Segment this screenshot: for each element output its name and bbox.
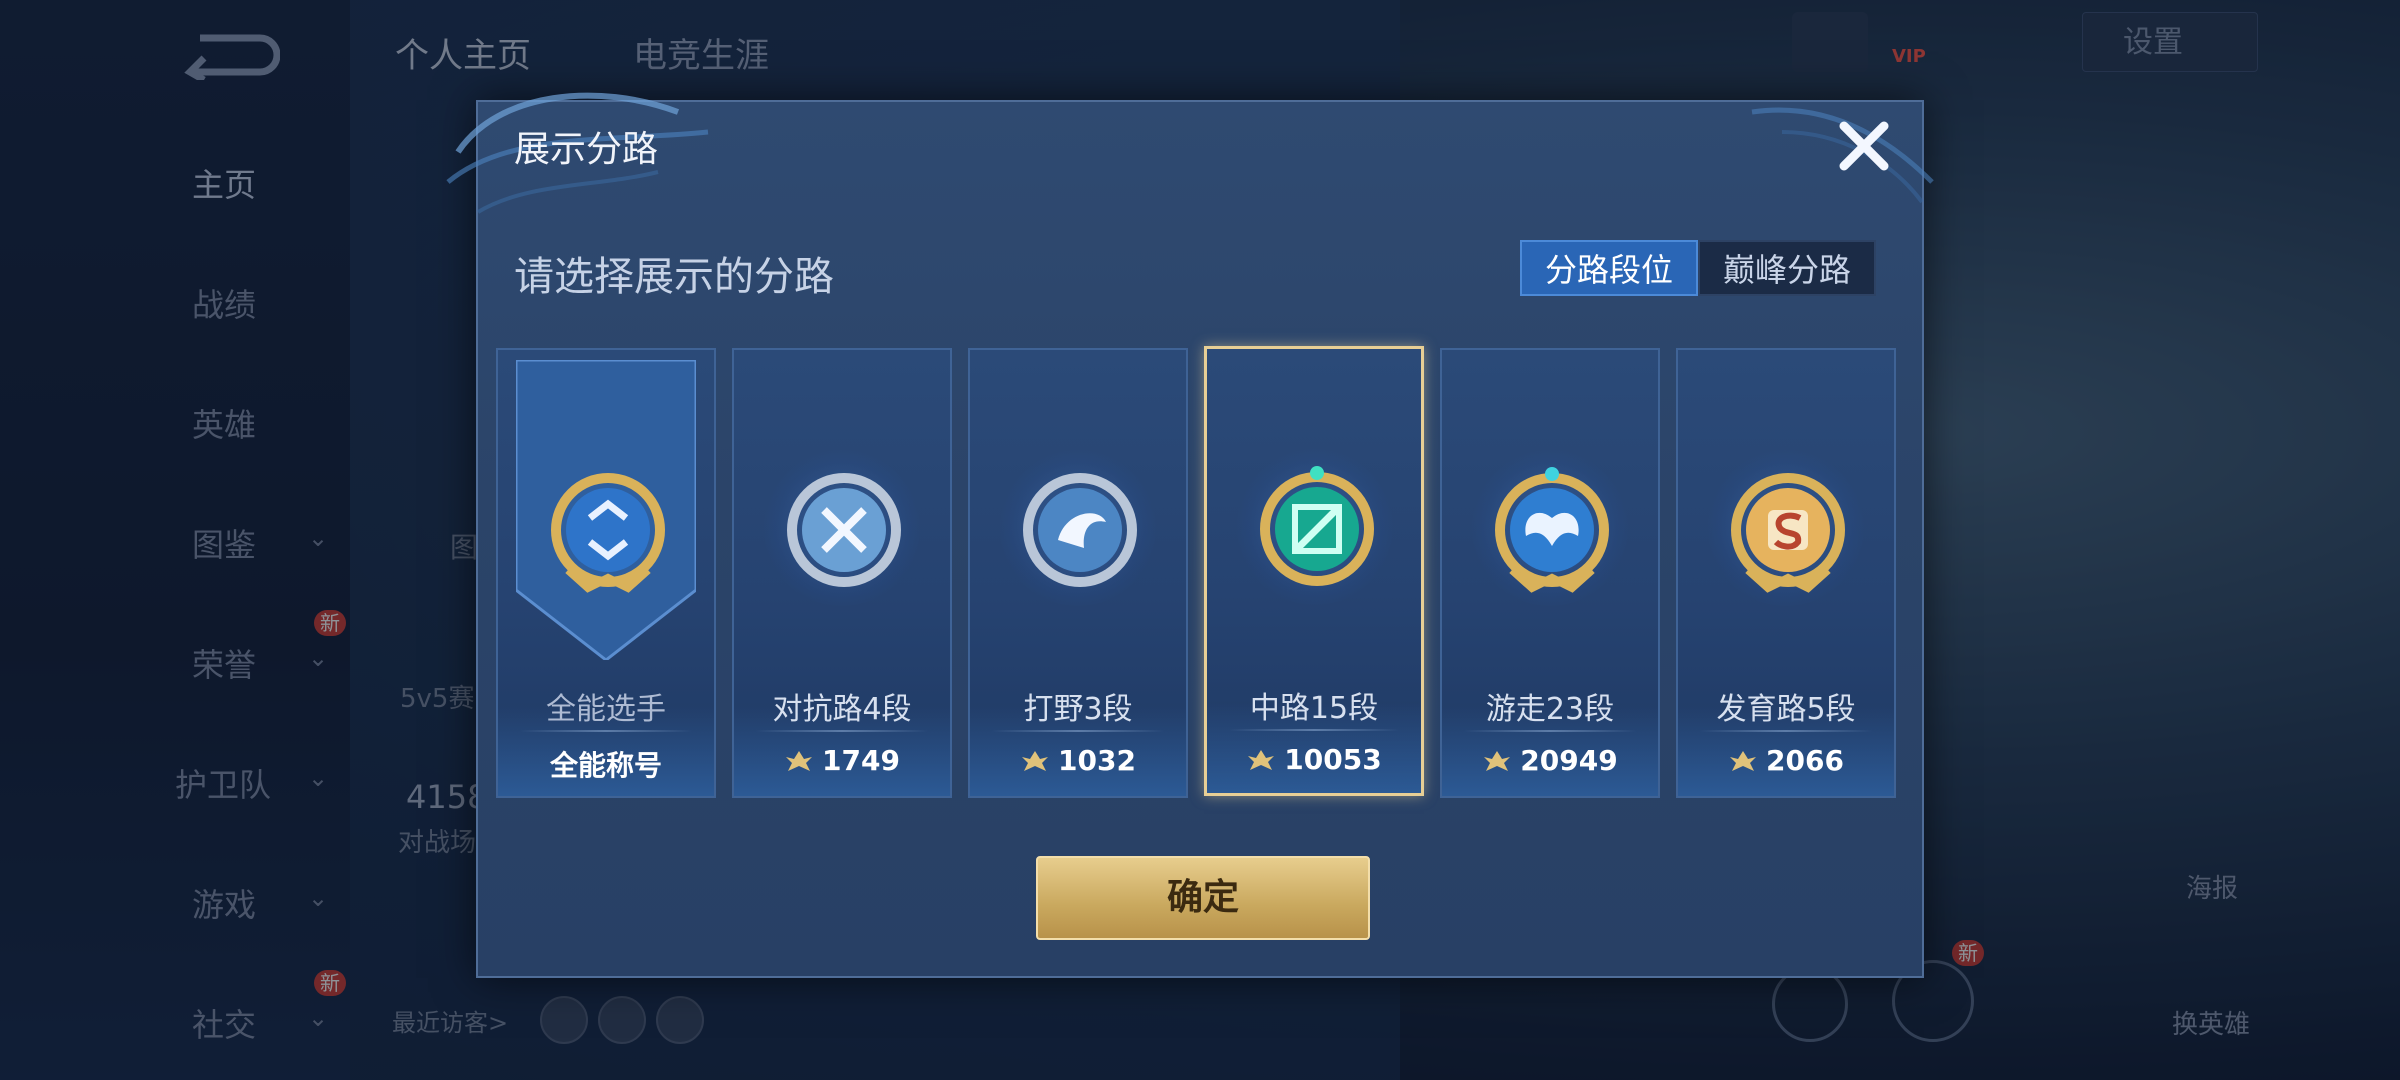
card-divider [1229,729,1399,731]
rank-points-icon [1484,751,1511,771]
lane-name: 发育路5段 [1716,692,1856,727]
lane-card[interactable]: 游走23段 20949 [1440,348,1660,798]
rank-points-icon [1730,751,1757,771]
rank-points-icon [786,751,813,771]
lane-name: 游走23段 [1485,692,1615,727]
lane-score: 20949 [1442,744,1658,777]
farm-lane-emblem-icon [1731,473,1845,593]
lane-score: 全能称号 [498,744,714,784]
rank-points-icon [1248,750,1275,770]
tab-lane-rank[interactable]: 分路段位 [1520,240,1698,296]
rank-points-icon [1022,751,1049,771]
close-icon[interactable] [1834,116,1894,176]
lane-score: 1032 [970,744,1186,777]
lane-score-value: 全能称号 [549,749,662,782]
lane-score-value: 2066 [1766,744,1844,777]
lane-card[interactable]: 全能选手 全能称号 [496,348,716,798]
lane-score-value: 1749 [822,744,900,777]
roam-emblem-icon [1495,467,1609,593]
lane-card[interactable]: 对抗路4段 1749 [732,348,952,798]
lane-card[interactable]: 打野3段 1032 [968,348,1188,798]
lane-name: 全能选手 [546,692,666,727]
lane-score-value: 20949 [1520,744,1618,777]
all-round-emblem-icon [551,473,665,593]
card-divider [756,730,928,732]
card-divider [1464,730,1636,732]
card-divider [520,730,692,732]
lane-score-value: 1032 [1058,744,1136,777]
lane-score: 1749 [734,744,950,777]
confirm-button[interactable]: 确定 [1036,856,1370,940]
lane-score-value: 10053 [1284,743,1382,776]
tab-peak-lane[interactable]: 巅峰分路 [1698,240,1876,296]
lane-score: 2066 [1678,744,1894,777]
card-divider [992,730,1164,732]
dialog-subtitle: 请选择展示的分路 [514,254,834,300]
lane-name: 对抗路4段 [772,692,912,727]
lane-card[interactable]: 中路15段 10053 [1204,346,1424,796]
lane-name: 中路15段 [1249,691,1379,726]
clash-lane-emblem-icon [787,473,901,587]
lane-card[interactable]: 发育路5段 2066 [1676,348,1896,798]
display-lane-dialog: 展示分路 请选择展示的分路 分路段位 巅峰分路 全能选手 全能称号 对抗路4段 174… [446,92,1934,978]
jungle-emblem-icon [1023,473,1137,587]
lane-name: 打野3段 [1023,692,1133,727]
lane-score: 10053 [1207,743,1421,776]
card-divider [1700,730,1872,732]
dialog-title: 展示分路 [514,129,659,170]
mid-lane-emblem-icon [1260,466,1374,586]
